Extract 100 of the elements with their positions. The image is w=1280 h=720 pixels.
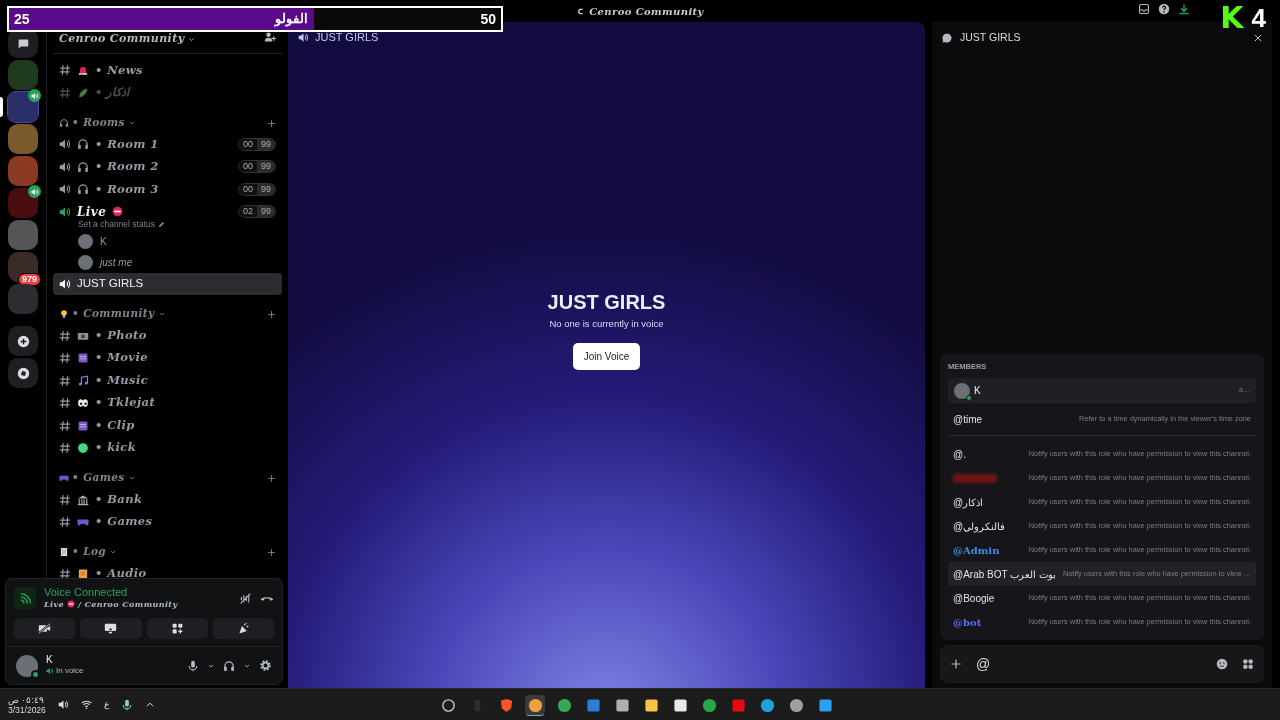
gamepad-icon <box>59 473 69 484</box>
voice-channel-name[interactable]: Live <box>44 598 64 610</box>
role-name: @. <box>953 447 966 462</box>
headphones-icon <box>59 118 69 128</box>
join-voice-button[interactable]: Join Voice <box>572 343 641 371</box>
message-input-field[interactable]: @ <box>976 653 1202 675</box>
channel-item[interactable]: • Room 1 00 99 <box>53 133 282 156</box>
inbox-icon[interactable] <box>1138 3 1150 15</box>
logo: K <box>1220 3 1244 33</box>
chat-bubble-icon <box>941 32 953 44</box>
channel-item[interactable]: • Clip <box>53 414 282 437</box>
channel-item[interactable]: • kick <box>53 436 282 460</box>
speaker-icon <box>46 667 54 675</box>
category-header[interactable]: • Rooms <box>72 115 264 131</box>
siren-icon <box>77 64 89 77</box>
hash-icon <box>59 64 71 77</box>
voice-user-name[interactable]: K <box>100 233 107 249</box>
chevron-down-icon <box>127 119 136 127</box>
channel-name: • Games <box>95 513 153 531</box>
channel-name: • Photo <box>95 326 147 344</box>
screen-share-button[interactable] <box>80 618 142 639</box>
category-header[interactable]: • Games <box>72 470 264 487</box>
volume-icon[interactable] <box>57 699 69 710</box>
add-channel-icon[interactable] <box>267 118 276 128</box>
hash-icon <box>59 419 71 432</box>
voice-user-name[interactable]: just me <box>100 254 133 270</box>
channel-item[interactable]: • Photo <box>53 324 282 347</box>
headphones-icon <box>77 138 89 151</box>
message-bar[interactable]: @ <box>940 645 1264 683</box>
channel-item[interactable]: • Room 2 00 99 <box>53 155 282 178</box>
server-logo-icon <box>576 6 586 16</box>
plus-icon <box>16 334 30 348</box>
plus-icon[interactable] <box>950 658 962 670</box>
scroll-icon <box>77 567 89 578</box>
selection-pill <box>0 97 3 117</box>
channel-item[interactable]: • Movie <box>53 346 282 370</box>
activities-button[interactable] <box>146 618 208 639</box>
channel-status-hint[interactable]: Set a channel status <box>78 218 156 231</box>
soundboard-button[interactable] <box>212 618 274 639</box>
wifi-icon[interactable] <box>80 699 92 710</box>
empty-voice-message: No one is currently in voice <box>549 316 664 331</box>
add-channel-icon[interactable] <box>267 547 276 557</box>
channel-item[interactable]: • Tklejat <box>53 391 282 415</box>
category-header[interactable]: • Community <box>72 306 264 323</box>
channel-item[interactable]: • Bank <box>53 488 282 511</box>
channel-name: • اذكار <box>95 84 130 102</box>
user-count-badge: 00 99 <box>237 182 276 196</box>
server-name: / Cenroo Community <box>78 598 178 610</box>
eyes-icon <box>77 397 89 409</box>
user-name: K <box>46 654 54 665</box>
leaf-icon <box>77 86 89 99</box>
clapper-icon <box>77 352 89 364</box>
circle-icon <box>77 442 89 454</box>
channel-item[interactable]: • Music <box>53 369 282 392</box>
channel-item[interactable]: JUST GIRLS <box>53 272 282 296</box>
channel-name: • Room 2 <box>95 158 159 176</box>
clock-time: ٠٥:٤٩ ص <box>8 694 44 705</box>
role-name: @فالنكرولي <box>953 519 1006 534</box>
channel-item[interactable]: • Games <box>53 510 282 534</box>
light-bulb-icon <box>59 309 69 320</box>
settings-icon[interactable] <box>259 659 272 672</box>
avatar <box>78 254 93 270</box>
hash-icon <box>59 352 71 364</box>
headphones-icon <box>77 183 89 196</box>
channel-name: JUST GIRLS <box>77 276 144 292</box>
role-name: @اذكار <box>953 495 984 510</box>
clock-date: 3/31/2026 <box>8 704 46 715</box>
close-icon[interactable] <box>1253 33 1263 43</box>
channel-name: • Audio <box>95 564 147 578</box>
add-channel-icon[interactable] <box>267 309 276 319</box>
help-icon[interactable] <box>1158 3 1170 15</box>
category-header[interactable]: • Log <box>72 544 264 561</box>
command-name[interactable]: @time <box>953 411 983 427</box>
server-icon[interactable] <box>8 188 38 218</box>
gamepad-icon <box>77 516 89 528</box>
download-icon[interactable] <box>1178 3 1190 15</box>
channel-item[interactable]: • News <box>53 59 282 82</box>
add-person-icon[interactable] <box>264 31 276 43</box>
clapper-icon <box>77 419 89 432</box>
headphones-icon[interactable] <box>223 659 235 672</box>
channel-name: • Room 1 <box>95 135 159 153</box>
discover-button[interactable] <box>8 358 38 388</box>
microphone-icon[interactable] <box>187 659 199 672</box>
activities-icon <box>170 622 184 635</box>
no-entry-icon <box>67 600 75 608</box>
apps-icon[interactable] <box>1242 658 1254 670</box>
microphone-icon[interactable] <box>120 698 133 711</box>
server-name[interactable]: Cenroo Community <box>59 31 197 48</box>
user-status: In voice <box>56 665 84 677</box>
channel-item[interactable]: • Room 3 00 99 <box>53 178 282 201</box>
emoji-icon[interactable] <box>1216 658 1228 670</box>
hash-icon <box>59 329 71 342</box>
camera-button[interactable] <box>14 618 76 639</box>
role-name: @bot <box>953 615 982 630</box>
headphones-icon <box>77 160 89 173</box>
add-server-button[interactable] <box>8 326 38 356</box>
voice-status: Voice Connected <box>44 586 129 598</box>
noise-suppression-icon[interactable] <box>239 591 252 605</box>
add-channel-icon[interactable] <box>267 473 276 483</box>
keyboard-language[interactable]: ع <box>103 698 109 711</box>
